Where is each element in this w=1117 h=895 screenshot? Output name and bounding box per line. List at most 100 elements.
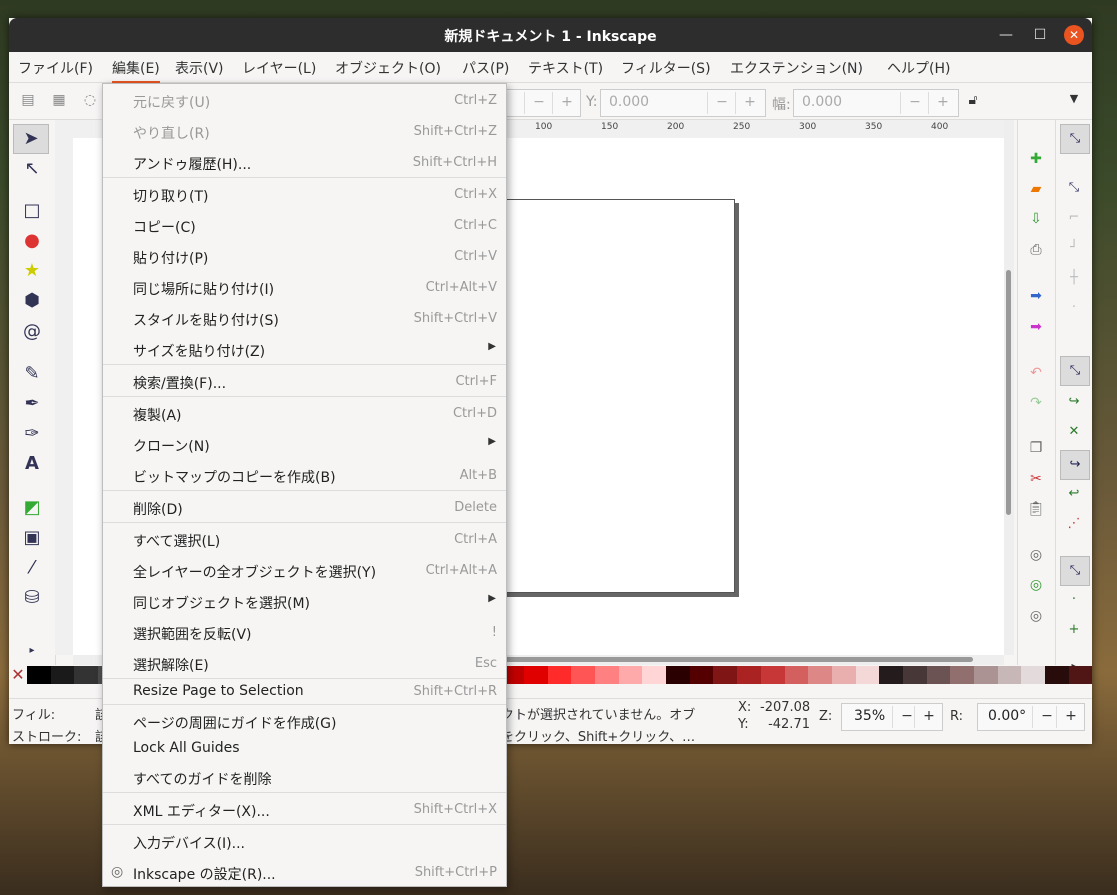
zoom-page-icon[interactable]: ◎	[1027, 607, 1045, 625]
selector-tool-icon[interactable]: ➤	[13, 124, 49, 154]
deselect-icon[interactable]: ◌	[81, 92, 99, 110]
color-swatch[interactable]	[855, 666, 880, 684]
star-tool-icon[interactable]: ★	[21, 260, 43, 282]
zoom-selection-icon[interactable]: ◎	[1027, 546, 1045, 564]
menu-item-redo[interactable]: やり直し(R) Shift+Ctrl+Z	[103, 117, 506, 147]
menu-item-delete[interactable]: 削除(D) Delete	[103, 493, 506, 523]
mesh-tool-icon[interactable]: ▣	[21, 527, 43, 549]
snap-smooth-icon[interactable]: ↩	[1060, 480, 1088, 508]
select-all-icon[interactable]: ▤	[19, 92, 37, 110]
3dbox-tool-icon[interactable]: ⬢	[21, 290, 43, 312]
menu-item-xml-editor[interactable]: XML エディター(X)... Shift+Ctrl+X	[103, 795, 506, 825]
color-swatch[interactable]	[524, 666, 548, 684]
save-icon[interactable]: ⇩	[1027, 210, 1045, 228]
select-all-layers-icon[interactable]: ▦	[50, 92, 68, 110]
color-swatch[interactable]	[926, 666, 951, 684]
vertical-scrollbar[interactable]	[1004, 120, 1014, 655]
color-swatch[interactable]	[831, 666, 856, 684]
snap-rotation-center-icon[interactable]: +	[1060, 616, 1088, 644]
import-icon[interactable]: ➡	[1027, 287, 1045, 305]
redo-icon[interactable]: ↷	[1027, 394, 1045, 412]
menu-item-select-all[interactable]: すべて選択(L) Ctrl+A	[103, 525, 506, 555]
rotate-field[interactable]: 0.00° − +	[977, 703, 1085, 731]
menu-item-paste-size[interactable]: サイズを貼り付け(Z) ▶	[103, 335, 506, 365]
open-icon[interactable]: ▰	[1027, 180, 1045, 198]
rect-tool-icon[interactable]: □	[21, 200, 43, 222]
x-field[interactable]: − +	[505, 89, 581, 117]
snap-bbox-center-icon[interactable]: ·	[1060, 294, 1088, 322]
color-swatch[interactable]	[737, 666, 761, 684]
copy-icon[interactable]: ❐	[1027, 439, 1045, 457]
color-swatch[interactable]	[997, 666, 1022, 684]
menu-item-select-same[interactable]: 同じオブジェクトを選択(M) ▶	[103, 587, 506, 617]
y-field[interactable]: 0.000 − +	[600, 89, 766, 117]
menu-item-select-all-layers[interactable]: 全レイヤーの全オブジェクトを選択(Y) Ctrl+Alt+A	[103, 556, 506, 586]
menu-object[interactable]: オブジェクト(O)	[335, 58, 441, 78]
color-swatch[interactable]	[618, 666, 643, 684]
menu-item-paste-style[interactable]: スタイルを貼り付け(S) Shift+Ctrl+V	[103, 304, 506, 334]
paint-bucket-tool-icon[interactable]: ⛁	[21, 587, 43, 609]
close-icon[interactable]: ✕	[1064, 25, 1084, 45]
snap-path-icon[interactable]: ↪	[1060, 388, 1088, 416]
color-swatch[interactable]	[713, 666, 738, 684]
color-swatch[interactable]	[666, 666, 690, 684]
snap-nodes-icon[interactable]: ⤡	[1060, 356, 1090, 386]
color-swatch[interactable]	[50, 666, 75, 684]
overflow-arrow-icon[interactable]: ▼	[1065, 92, 1083, 110]
menu-item-duplicate[interactable]: 複製(A) Ctrl+D	[103, 399, 506, 429]
snap-midpoint-icon[interactable]: ⋰	[1060, 510, 1088, 538]
title-bar[interactable]: 新規ドキュメント 1 - Inkscape — ☐ ✕	[9, 18, 1092, 52]
zoom-increment-button[interactable]: +	[914, 706, 943, 728]
color-swatch[interactable]	[1044, 666, 1069, 684]
minimize-icon[interactable]: —	[996, 25, 1016, 45]
y-increment-button[interactable]: +	[735, 92, 764, 114]
snap-bbox-midpoint-icon[interactable]: ┼	[1060, 264, 1088, 292]
color-swatch[interactable]	[760, 666, 785, 684]
menu-help[interactable]: ヘルプ(H)	[887, 58, 950, 78]
menu-layer[interactable]: レイヤー(L)	[242, 58, 316, 78]
gradient-tool-icon[interactable]: ◩	[21, 497, 43, 519]
snap-toggle-icon[interactable]: ⤡	[1060, 124, 1090, 154]
menu-item-invert-selection[interactable]: 選択範囲を反転(V)!	[103, 618, 506, 648]
snap-cusp-icon[interactable]: ↪	[1060, 450, 1090, 480]
cut-icon[interactable]: ✂	[1027, 470, 1045, 488]
zoom-field[interactable]: 35% − +	[841, 703, 943, 731]
paste-icon[interactable]: 📋︎	[1027, 500, 1045, 518]
menu-filters[interactable]: フィルター(S)	[621, 58, 711, 78]
dropper-tool-icon[interactable]: ⁄	[21, 557, 43, 579]
new-document-icon[interactable]: ✚	[1027, 150, 1045, 168]
menu-item-find-replace[interactable]: 検索/置換(F)... Ctrl+F	[103, 367, 506, 397]
menu-edit[interactable]: 編集(E)	[112, 58, 160, 83]
color-swatch[interactable]	[547, 666, 572, 684]
menu-item-deselect[interactable]: 選択解除(E) Esc	[103, 649, 506, 679]
color-swatch[interactable]	[689, 666, 714, 684]
snap-intersection-icon[interactable]: ✕	[1060, 418, 1088, 446]
menu-item-preferences[interactable]: ◎ Inkscape の設定(R)... Shift+Ctrl+P	[103, 858, 506, 888]
calligraphy-tool-icon[interactable]: ✑	[21, 423, 43, 445]
menu-view[interactable]: 表示(V)	[175, 58, 224, 78]
color-swatch[interactable]	[973, 666, 998, 684]
menu-file[interactable]: ファイル(F)	[18, 58, 93, 78]
menu-text[interactable]: テキスト(T)	[528, 58, 603, 78]
rotate-increment-button[interactable]: +	[1056, 706, 1085, 728]
color-swatch[interactable]	[902, 666, 927, 684]
menu-item-lock-all-guides[interactable]: Lock All Guides	[103, 734, 506, 764]
menu-item-cut[interactable]: 切り取り(T) Ctrl+X	[103, 180, 506, 210]
menu-item-delete-all-guides[interactable]: すべてのガイドを削除	[103, 763, 506, 793]
color-swatch[interactable]	[950, 666, 974, 684]
node-tool-icon[interactable]: ↖	[21, 158, 43, 180]
menu-item-paste-in-place[interactable]: 同じ場所に貼り付け(I) Ctrl+Alt+V	[103, 273, 506, 303]
color-swatch[interactable]	[27, 666, 51, 684]
menu-item-copy[interactable]: コピー(C) Ctrl+C	[103, 211, 506, 241]
color-swatch[interactable]	[1068, 666, 1093, 684]
menu-item-undo[interactable]: 元に戻す(U) Ctrl+Z	[103, 86, 506, 116]
zoom-drawing-icon[interactable]: ◎	[1027, 576, 1045, 594]
snap-bbox-icon[interactable]: ⤡	[1060, 174, 1088, 202]
snap-bbox-edge-icon[interactable]: ⌐	[1060, 204, 1088, 232]
snap-object-center-icon[interactable]: ·	[1060, 586, 1088, 614]
color-swatch[interactable]	[879, 666, 903, 684]
no-paint-swatch[interactable]: ✕	[9, 666, 27, 684]
color-swatch[interactable]	[74, 666, 99, 684]
color-swatch[interactable]	[1021, 666, 1045, 684]
width-decrement-button[interactable]: −	[900, 92, 929, 114]
